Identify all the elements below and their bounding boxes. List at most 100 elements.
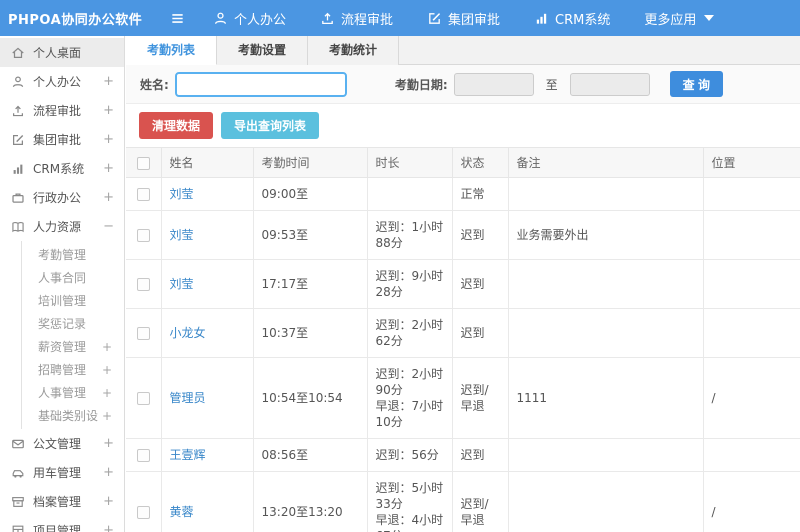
- tab-1[interactable]: 考勤列表: [126, 36, 218, 65]
- sidebar-subitem-1[interactable]: 考勤管理: [22, 243, 124, 266]
- table-row: 管理员 10:54至10:54 迟到：2小时90分 早退：7小时10分 迟到/早退 111…: [126, 357, 800, 439]
- row-select-cell: [126, 438, 162, 472]
- top-nav-label: 集团审批: [448, 12, 501, 28]
- sidebar-item-4[interactable]: 集团审批 +: [0, 125, 124, 154]
- note-cell: [507, 177, 704, 211]
- sidebar-item-label: 项目管理: [33, 524, 82, 532]
- expander-icon[interactable]: +: [103, 103, 114, 118]
- row-checkbox[interactable]: [136, 278, 150, 291]
- tab-3[interactable]: 考勤统计: [308, 36, 400, 65]
- row-checkbox[interactable]: [136, 327, 150, 340]
- sidebar-subitem-2[interactable]: 人事合同: [22, 266, 124, 289]
- expander-icon[interactable]: +: [103, 132, 114, 147]
- upload-icon: [320, 11, 335, 26]
- duration-cell: 迟到：2小时90分 早退：7小时10分: [366, 357, 453, 439]
- expander-icon[interactable]: +: [103, 161, 114, 176]
- duration-line: 早退：4小时67分: [375, 513, 444, 532]
- sidebar-item-6[interactable]: 行政办公 +: [0, 183, 124, 212]
- date-from-input[interactable]: [453, 72, 534, 96]
- search-button[interactable]: 查 询: [669, 71, 723, 97]
- sidebar-item-3[interactable]: 流程审批 +: [0, 96, 124, 125]
- sidebar-subitem-7[interactable]: 人事管理 +: [22, 381, 124, 404]
- time-cell: 08:56至: [252, 438, 368, 472]
- time-cell: 10:54至10:54: [252, 357, 368, 439]
- time-cell: 10:37至: [252, 308, 368, 358]
- duration-cell: 迟到：2小时62分: [366, 308, 453, 358]
- sidebar-item-7[interactable]: 人力资源 −: [0, 212, 124, 241]
- export-list-button[interactable]: 导出查询列表: [221, 112, 320, 139]
- name-cell: 管理员: [160, 357, 254, 439]
- expander-icon[interactable]: +: [103, 465, 114, 480]
- top-nav-label: 更多应用: [644, 12, 697, 28]
- expander-icon[interactable]: −: [103, 219, 114, 234]
- row-select-cell: [126, 357, 162, 439]
- duration-cell: 迟到：9小时28分: [366, 259, 453, 309]
- employee-name-link[interactable]: 管理员: [170, 391, 206, 405]
- car-icon: [11, 466, 25, 480]
- sidebar-item-11[interactable]: 项目管理 +: [0, 516, 124, 532]
- hamburger-icon[interactable]: [170, 11, 185, 26]
- row-checkbox[interactable]: [136, 188, 150, 201]
- top-nav-label: 流程审批: [341, 12, 394, 28]
- expander-icon[interactable]: +: [102, 386, 112, 400]
- chart-icon: [11, 162, 25, 176]
- row-checkbox[interactable]: [136, 229, 150, 242]
- date-to-input[interactable]: [569, 72, 650, 96]
- top-nav-item-1[interactable]: 个人办公: [213, 9, 286, 28]
- duration-line: 迟到：5小时33分: [375, 481, 444, 511]
- expander-icon[interactable]: +: [103, 74, 114, 89]
- sidebar-item-10[interactable]: 档案管理 +: [0, 487, 124, 516]
- table-row: 小龙女 10:37至 迟到：2小时62分 迟到: [126, 308, 800, 358]
- expander-icon[interactable]: +: [103, 523, 114, 532]
- date-label: 考勤日期:: [394, 77, 448, 92]
- sidebar-subitem-4[interactable]: 奖惩记录: [22, 312, 124, 335]
- column-header: 姓名: [160, 147, 254, 178]
- status-cell: 迟到: [451, 259, 509, 309]
- duration-line: 迟到：9小时28分: [375, 269, 444, 299]
- top-nav-item-5[interactable]: 更多应用: [644, 9, 715, 28]
- note-cell: 业务需要外出: [507, 210, 704, 260]
- top-nav-item-3[interactable]: 集团审批: [427, 9, 500, 28]
- sidebar-subitem-6[interactable]: 招聘管理 +: [22, 358, 124, 381]
- name-input[interactable]: [174, 71, 347, 97]
- top-nav-item-4[interactable]: CRM系统: [534, 9, 610, 28]
- tab-2[interactable]: 考勤设置: [217, 36, 309, 65]
- sidebar-item-9[interactable]: 用车管理 +: [0, 458, 124, 487]
- duration-cell: 迟到：1小时88分: [366, 210, 453, 260]
- name-cell: 黄蓉: [160, 471, 254, 532]
- sidebar-item-1[interactable]: 个人桌面: [0, 38, 124, 67]
- expander-icon[interactable]: +: [102, 340, 112, 354]
- employee-name-link[interactable]: 黄蓉: [170, 505, 194, 519]
- name-cell: 王壹辉: [160, 438, 254, 472]
- employee-name-link[interactable]: 刘莹: [170, 187, 194, 201]
- row-checkbox[interactable]: [136, 392, 150, 405]
- location-cell: /: [702, 357, 800, 439]
- name-cell: 小龙女: [160, 308, 254, 358]
- duration-line: 迟到：2小时90分: [375, 367, 444, 397]
- sidebar-subitem-3[interactable]: 培训管理: [22, 289, 124, 312]
- row-checkbox[interactable]: [136, 449, 150, 462]
- clean-data-button[interactable]: 清理数据: [139, 112, 214, 139]
- expander-icon[interactable]: +: [103, 190, 114, 205]
- duration-cell: [366, 177, 453, 211]
- sidebar-item-5[interactable]: CRM系统 +: [0, 154, 124, 183]
- sidebar-subitem-5[interactable]: 薪资管理 +: [22, 335, 124, 358]
- expander-icon[interactable]: +: [103, 494, 114, 509]
- row-checkbox[interactable]: [136, 506, 150, 519]
- expander-icon[interactable]: +: [103, 436, 114, 451]
- sidebar-item-label: 公文管理: [33, 437, 82, 451]
- employee-name-link[interactable]: 刘莹: [170, 277, 194, 291]
- select-all-checkbox[interactable]: [136, 156, 150, 170]
- name-label: 姓名:: [140, 77, 169, 92]
- employee-name-link[interactable]: 王壹辉: [170, 448, 206, 462]
- expander-icon[interactable]: +: [102, 363, 112, 377]
- expander-icon[interactable]: +: [102, 409, 112, 423]
- sidebar-item-2[interactable]: 个人办公 +: [0, 67, 124, 96]
- top-nav-item-2[interactable]: 流程审批: [320, 9, 393, 28]
- sidebar-item-8[interactable]: 公文管理 +: [0, 429, 124, 458]
- employee-name-link[interactable]: 刘莹: [170, 228, 194, 242]
- sidebar-subitem-8[interactable]: 基础类别设置 +: [22, 404, 124, 427]
- employee-name-link[interactable]: 小龙女: [170, 326, 206, 340]
- column-header: 位置: [702, 147, 800, 178]
- location-cell: [702, 259, 800, 309]
